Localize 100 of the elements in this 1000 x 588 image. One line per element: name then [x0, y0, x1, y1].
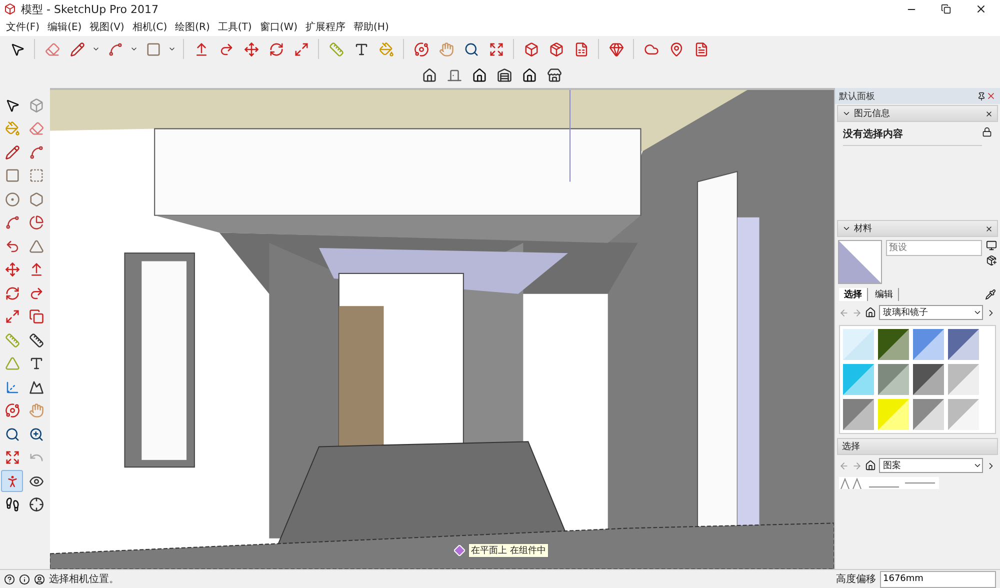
- section-title: 选择: [842, 440, 861, 453]
- zoom-window-icon: [28, 426, 44, 442]
- axes-icon: [4, 380, 20, 394]
- pencil-icon: [4, 144, 20, 160]
- inference-tooltip: 在平面上 在组件中: [468, 543, 549, 558]
- door-icon[interactable]: [446, 68, 462, 82]
- back-icon[interactable]: [839, 308, 849, 318]
- display-icon[interactable]: [986, 240, 997, 251]
- material-swatch[interactable]: [878, 364, 909, 395]
- move-icon: [4, 262, 20, 277]
- menu-item[interactable]: 相机(C): [128, 20, 172, 34]
- material-swatch[interactable]: [843, 329, 874, 360]
- menu-item[interactable]: 窗口(W): [256, 20, 302, 34]
- map-pin-icon[interactable]: [668, 42, 684, 56]
- footprints-icon: [4, 497, 20, 512]
- eyedropper-icon[interactable]: [985, 289, 996, 300]
- warehouse-icon[interactable]: [496, 68, 512, 82]
- store-icon[interactable]: [546, 68, 562, 82]
- menu-item[interactable]: 扩展程序: [302, 20, 350, 34]
- help-icon[interactable]: [4, 574, 15, 584]
- file-icon[interactable]: [694, 42, 708, 56]
- house-icon[interactable]: [422, 68, 436, 82]
- material-swatch[interactable]: [948, 329, 979, 360]
- material-swatch[interactable]: [878, 329, 909, 360]
- material-name-field[interactable]: 预设: [886, 240, 982, 256]
- menu-item[interactable]: 工具(T): [214, 20, 256, 34]
- search-icon[interactable]: [464, 42, 478, 56]
- caret-icon: [973, 308, 982, 317]
- collapse-icon[interactable]: [842, 224, 851, 233]
- measurement-field[interactable]: 1676mm: [880, 570, 996, 588]
- back-icon[interactable]: [839, 460, 849, 470]
- material-swatch[interactable]: [843, 364, 874, 395]
- cursor-icon: [4, 98, 20, 112]
- close-icon[interactable]: [975, 3, 987, 15]
- forward-icon[interactable]: [852, 308, 862, 318]
- material-swatch[interactable]: [948, 399, 979, 430]
- orbit-icon[interactable]: [414, 42, 428, 56]
- home-icon[interactable]: [865, 460, 876, 471]
- tab[interactable]: 选择: [839, 288, 868, 301]
- eraser-icon: [28, 121, 44, 136]
- pin-icon[interactable]: [977, 92, 986, 100]
- menu-item[interactable]: 编辑(E): [44, 20, 86, 34]
- section-title: 材料: [854, 222, 873, 235]
- gem-icon[interactable]: [608, 42, 624, 56]
- app-logo-icon: [4, 3, 16, 15]
- text-label-icon[interactable]: [354, 42, 368, 56]
- tape-measure-icon: [4, 332, 20, 348]
- panel-title: 默认面板: [839, 90, 876, 102]
- pencil-icon[interactable]: [70, 42, 84, 56]
- house-outline-icon[interactable]: [522, 68, 536, 82]
- forward-icon[interactable]: [852, 460, 862, 470]
- package-icon[interactable]: [548, 42, 564, 56]
- document-icon[interactable]: [574, 42, 588, 56]
- close-icon[interactable]: [985, 110, 993, 118]
- info-icon[interactable]: [19, 574, 30, 584]
- menu-item[interactable]: 文件(F): [2, 20, 44, 34]
- house-icon[interactable]: [472, 68, 486, 82]
- inference-diamond-icon: [454, 545, 465, 556]
- material-swatch[interactable]: [948, 364, 979, 395]
- hand-icon: [28, 403, 44, 418]
- material-swatch[interactable]: [843, 399, 874, 430]
- scale-icon: [4, 309, 20, 324]
- rectangle-icon: [4, 168, 20, 183]
- cube-icon[interactable]: [524, 42, 538, 56]
- eye-icon: [28, 474, 44, 488]
- circle-icon: [4, 192, 20, 206]
- window-title: 模型 - SketchUp Pro 2017: [21, 2, 160, 16]
- menu-item[interactable]: 帮助(H): [350, 20, 393, 34]
- home-icon[interactable]: [865, 307, 876, 318]
- menu-item[interactable]: 视图(V): [86, 20, 128, 34]
- entity-info-text: 没有选择内容: [843, 127, 982, 146]
- material-swatch[interactable]: [913, 399, 944, 430]
- material-swatch[interactable]: [878, 399, 909, 430]
- menu-item[interactable]: 绘图(R): [171, 20, 214, 34]
- create-material-icon[interactable]: [986, 255, 997, 266]
- restore-icon[interactable]: [941, 4, 951, 14]
- material-swatch[interactable]: [913, 364, 944, 395]
- close-icon[interactable]: [985, 224, 993, 232]
- zoom-extents-icon[interactable]: [488, 42, 504, 56]
- push-pull-icon: [28, 262, 44, 277]
- tab[interactable]: 编辑: [870, 288, 899, 301]
- component-icon: [28, 98, 44, 112]
- move-icon[interactable]: [244, 42, 258, 56]
- status-message: 选择相机位置。: [49, 572, 120, 586]
- eraser-icon[interactable]: [44, 42, 60, 56]
- lock-icon[interactable]: [982, 127, 992, 137]
- square-icon[interactable]: [146, 42, 160, 56]
- collection-dropdown[interactable]: 图案: [879, 458, 983, 473]
- push-pull-icon[interactable]: [194, 42, 208, 56]
- curved-arrow-icon[interactable]: [218, 42, 234, 56]
- cursor-icon[interactable]: [10, 42, 24, 56]
- material-swatch[interactable]: [913, 329, 944, 360]
- cloud-icon[interactable]: [644, 42, 658, 56]
- rotate-icon[interactable]: [268, 42, 284, 56]
- scale-icon[interactable]: [294, 42, 308, 56]
- collection-dropdown[interactable]: 玻璃和镜子: [879, 305, 983, 320]
- orbit-icon: [4, 403, 20, 418]
- collapse-icon[interactable]: [842, 109, 851, 118]
- section-title: 图元信息: [854, 108, 891, 120]
- user-icon[interactable]: [34, 574, 45, 584]
